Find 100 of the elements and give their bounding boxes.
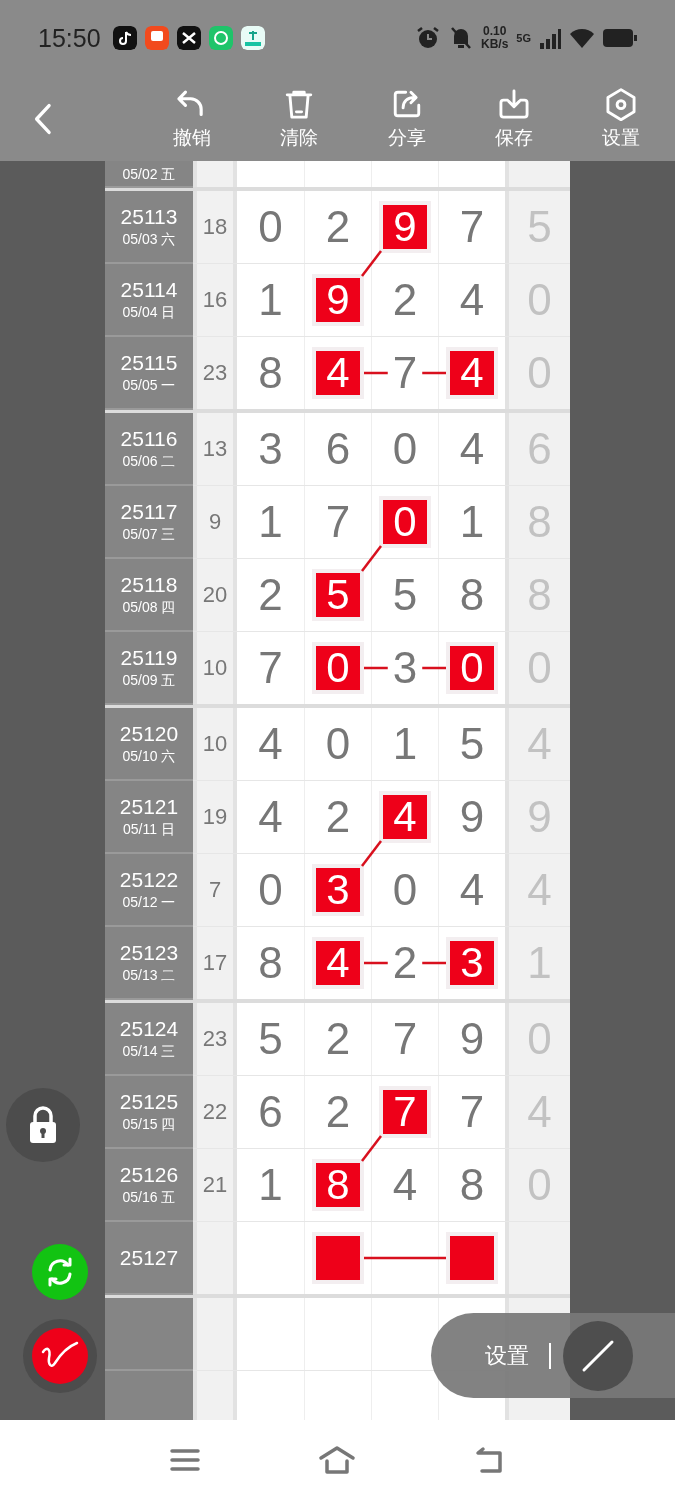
draw-date: 05/09 五: [122, 670, 176, 690]
digit-cell-text: 0: [257, 201, 284, 253]
digit-cell: 7: [438, 191, 505, 263]
digit-cell: 8: [438, 559, 505, 631]
network-type: 5G: [516, 32, 531, 44]
connector-line: [361, 840, 382, 867]
draw-date: 05/02 五: [122, 164, 176, 184]
digit-cell-text: 0: [257, 864, 284, 916]
menu-button[interactable]: [168, 1447, 201, 1473]
issue-number: 25127: [119, 1245, 179, 1270]
sum-cell: 16: [197, 264, 233, 336]
network-speed: 0.10 KB/s: [480, 25, 509, 51]
draw-date: 05/11 日: [123, 819, 175, 839]
sum-cell: 7: [197, 854, 233, 926]
battery-icon: [603, 28, 637, 48]
digit-cell: 7: [371, 1003, 438, 1075]
digit-cell-text: 4: [257, 718, 284, 770]
app-icon: [112, 26, 137, 50]
digit-cell: 4: [438, 854, 505, 926]
digit-cell-text: 7: [257, 642, 284, 694]
sum-cell: 10: [197, 632, 233, 704]
digit-cell: 8: [438, 1149, 505, 1221]
issue-number: 25115: [120, 350, 178, 375]
digit-cell: 2: [304, 1076, 371, 1148]
digit-cell-text: 1: [257, 1159, 284, 1211]
issue-number: 25113: [120, 204, 178, 229]
digit-cell-text: 5: [257, 1013, 284, 1065]
issue-number: 25122: [119, 867, 179, 892]
sum-cell: 19: [197, 781, 233, 853]
draw-date: 05/07 三: [122, 524, 176, 544]
issue-number: 25119: [120, 645, 178, 670]
sum-cell: 21: [197, 1149, 233, 1221]
digit-cell: 0: [304, 708, 371, 780]
draw-date: 05/10 六: [122, 746, 176, 766]
issue-number: 25120: [119, 721, 179, 746]
wifi-icon: [569, 27, 595, 49]
app-icon: [144, 26, 169, 50]
sum-cell: 17: [197, 927, 233, 999]
digit-cell-text: 1: [257, 274, 284, 326]
digit-cell: 4: [371, 1149, 438, 1221]
issue-number: 25114: [120, 277, 178, 302]
digit-cell: 7: [371, 337, 438, 409]
home-button[interactable]: [318, 1445, 357, 1475]
draw-date: 05/06 二: [122, 451, 176, 471]
sum-cell: 23: [197, 1003, 233, 1075]
digit-cell: 9: [438, 1003, 505, 1075]
home-icon: [318, 1445, 357, 1475]
app-icon: [176, 26, 201, 50]
sum-cell: [197, 161, 233, 187]
draw-date: 05/15 四: [122, 1114, 176, 1134]
digit-cell: 0: [371, 413, 438, 485]
sum-cell: 20: [197, 559, 233, 631]
digit-cell: 7: [438, 1076, 505, 1148]
digit-cell: 1: [371, 708, 438, 780]
sum-cell: 23: [197, 337, 233, 409]
connector-line: [361, 1135, 382, 1162]
toolbar-button[interactable]: 设置: [567, 86, 675, 151]
muted-bell-icon: [448, 25, 473, 51]
draw-date: 05/05 一: [122, 375, 176, 395]
digit-cell: 5: [371, 559, 438, 631]
issue-number: 25121: [119, 794, 179, 819]
digit-cell: 2: [304, 1003, 371, 1075]
digit-cell: 4: [438, 264, 505, 336]
digit-cell: 2: [304, 191, 371, 263]
issue-number: 25116: [120, 426, 178, 451]
digit-cell: 2: [371, 264, 438, 336]
draw-date: 05/12 一: [122, 892, 176, 912]
issue-number: 25126: [119, 1162, 179, 1187]
sum-cell: 22: [197, 1076, 233, 1148]
sum-cell: 13: [197, 413, 233, 485]
digit-cell: 2: [304, 781, 371, 853]
digit-cell: 2: [371, 927, 438, 999]
settings-button[interactable]: 设置: [485, 1340, 529, 1371]
issue-number: 25123: [119, 940, 179, 965]
issue-number: 25125: [119, 1089, 179, 1114]
issue-number: 25124: [119, 1016, 179, 1041]
digit-cell: 6: [304, 413, 371, 485]
toolbar-button[interactable]: 保存: [460, 86, 568, 151]
digit-cell: 5: [438, 708, 505, 780]
digit-cell-text: 8: [257, 937, 284, 989]
menu-icon: [168, 1447, 201, 1473]
digit-cell: 1: [438, 486, 505, 558]
digit-cell-text: 1: [257, 496, 284, 548]
toolbar-button[interactable]: 撤销: [138, 86, 246, 151]
digit-cell-text: 4: [257, 791, 284, 843]
draw-date: 05/16 五: [122, 1187, 176, 1207]
clock-time: 15:50: [38, 23, 101, 53]
refresh-button[interactable]: [32, 1244, 88, 1300]
sum-cell: 9: [197, 486, 233, 558]
toolbar-button[interactable]: 分享: [353, 86, 461, 151]
app-icon: [208, 26, 233, 50]
digit-cell: 7: [304, 486, 371, 558]
digit-cell-text: 8: [257, 347, 284, 399]
digit-cell: 9: [438, 781, 505, 853]
sum-cell: 10: [197, 708, 233, 780]
digit-cell: 4: [438, 413, 505, 485]
digit-cell: 0: [371, 854, 438, 926]
app-icon: [240, 26, 265, 50]
draw-date: 05/13 二: [122, 965, 176, 985]
toolbar-button[interactable]: 清除: [245, 86, 354, 151]
